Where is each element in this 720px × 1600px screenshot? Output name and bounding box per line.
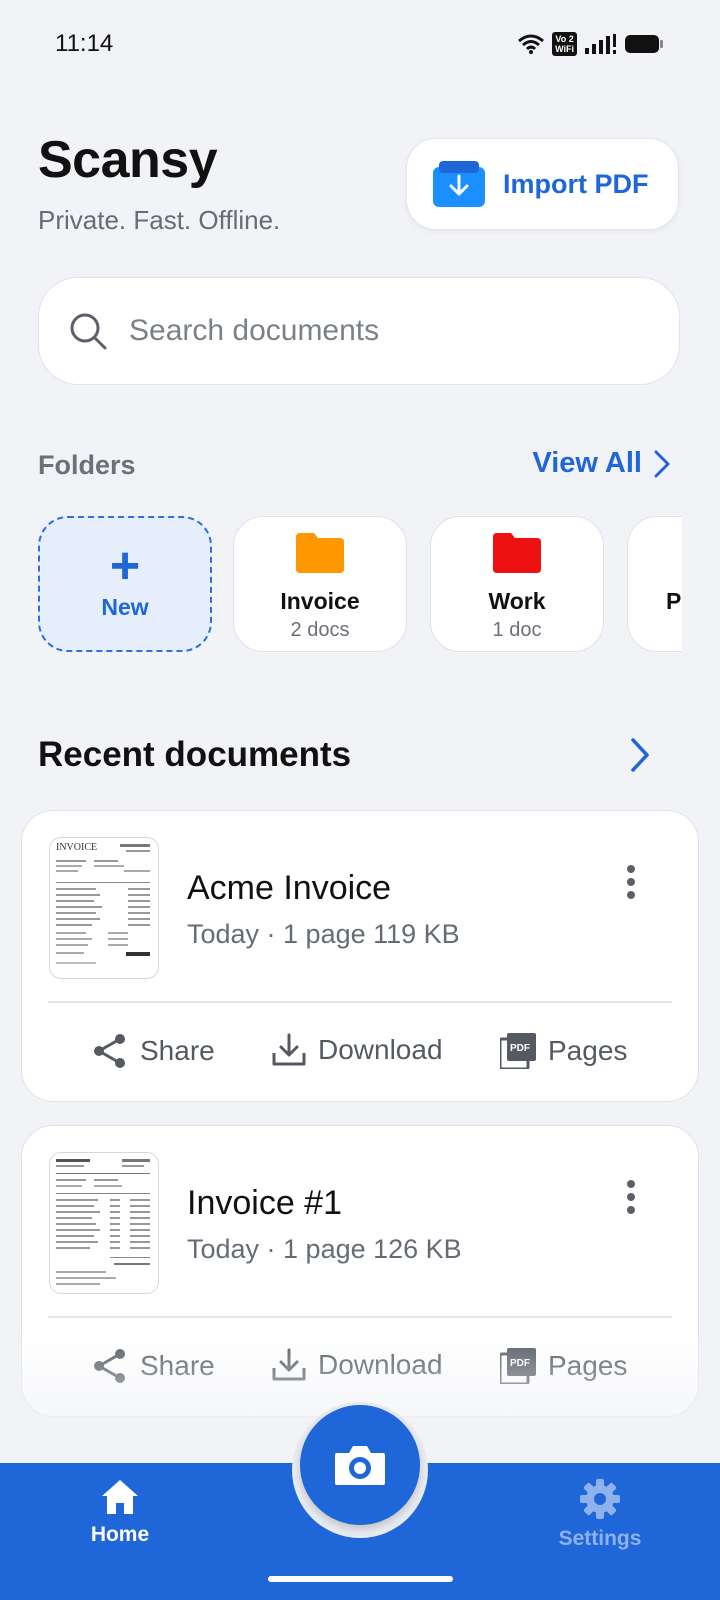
- folders-row: + New Invoice 2 docs Work 1 doc P: [38, 516, 682, 654]
- divider: [48, 1001, 672, 1003]
- chevron-right-icon: [654, 450, 670, 477]
- view-all-label: View All: [532, 447, 642, 479]
- share-label: Share: [140, 1035, 215, 1066]
- import-pdf-button[interactable]: Import PDF: [406, 138, 679, 230]
- wifi-icon: [518, 34, 545, 54]
- pdf-pages-icon: PDF: [500, 1033, 536, 1069]
- folders-label: Folders: [38, 450, 136, 480]
- camera-icon: [335, 1446, 385, 1485]
- nav-settings[interactable]: Settings: [550, 1478, 650, 1551]
- folder-name: P: [666, 588, 682, 614]
- status-time: 11:14: [55, 30, 114, 57]
- folder-invoice[interactable]: Invoice 2 docs: [233, 516, 407, 652]
- recent-documents-title: Recent documents: [38, 735, 352, 774]
- new-folder-button[interactable]: + New: [38, 516, 212, 652]
- nav-home-label: Home: [90, 1523, 150, 1546]
- search-bar[interactable]: [38, 277, 680, 385]
- nav-home[interactable]: Home: [80, 1478, 160, 1547]
- search-input[interactable]: [127, 313, 651, 349]
- status-icons: Vo 2 WiFi: [518, 32, 665, 56]
- new-folder-label: New: [101, 594, 149, 620]
- vowifi-icon: Vo 2 WiFi: [552, 32, 577, 56]
- svg-text:INVOICE: INVOICE: [56, 842, 97, 853]
- nav-settings-label: Settings: [558, 1527, 642, 1550]
- more-vertical-icon[interactable]: [626, 865, 636, 899]
- document-meta: Today · 1 page 119 KB: [187, 919, 460, 949]
- pages-button[interactable]: PDF Pages: [500, 1033, 627, 1069]
- home-icon: [102, 1480, 138, 1514]
- app-subtitle: Private. Fast. Offline.: [38, 205, 281, 235]
- folder-name: Work: [488, 588, 546, 614]
- document-thumbnail: INVOICE: [49, 837, 159, 979]
- app-title: Scansy: [38, 131, 218, 189]
- document-card[interactable]: INVOICE Acme Invoice Today · 1 page 119 …: [21, 810, 699, 1102]
- more-vertical-icon[interactable]: [626, 1180, 636, 1214]
- signal-icon: [585, 34, 616, 54]
- divider: [48, 1316, 672, 1318]
- folder-icon: [296, 533, 344, 573]
- folder-count: 1 doc: [492, 619, 542, 641]
- share-button[interactable]: Share: [92, 1033, 215, 1069]
- share-icon: [94, 1034, 125, 1068]
- document-thumbnail: [49, 1152, 159, 1294]
- folder-icon: [493, 533, 541, 573]
- folder-name: Invoice: [280, 588, 360, 614]
- folder-count: 2 docs: [290, 619, 350, 641]
- chevron-right-icon[interactable]: [630, 737, 650, 773]
- download-icon: [272, 1033, 306, 1066]
- gear-icon: [580, 1479, 620, 1519]
- pages-label: Pages: [548, 1035, 628, 1066]
- battery-icon: [625, 35, 663, 53]
- download-button[interactable]: Download: [272, 1033, 443, 1067]
- download-label: Download: [318, 1034, 443, 1065]
- import-pdf-label: Import PDF: [503, 168, 649, 199]
- folder-work[interactable]: Work 1 doc: [430, 516, 604, 652]
- svg-text:PDF: PDF: [510, 1043, 530, 1054]
- home-indicator: [268, 1576, 453, 1582]
- document-name: Invoice #1: [187, 1184, 342, 1222]
- view-all-link[interactable]: View All: [532, 447, 670, 480]
- document-meta: Today · 1 page 126 KB: [187, 1234, 462, 1264]
- camera-scan-button[interactable]: [300, 1405, 420, 1525]
- search-icon: [70, 313, 107, 350]
- import-folder-icon: [433, 161, 485, 207]
- plus-icon: +: [109, 537, 141, 595]
- document-name: Acme Invoice: [187, 869, 392, 907]
- folder-partial[interactable]: P: [627, 516, 682, 652]
